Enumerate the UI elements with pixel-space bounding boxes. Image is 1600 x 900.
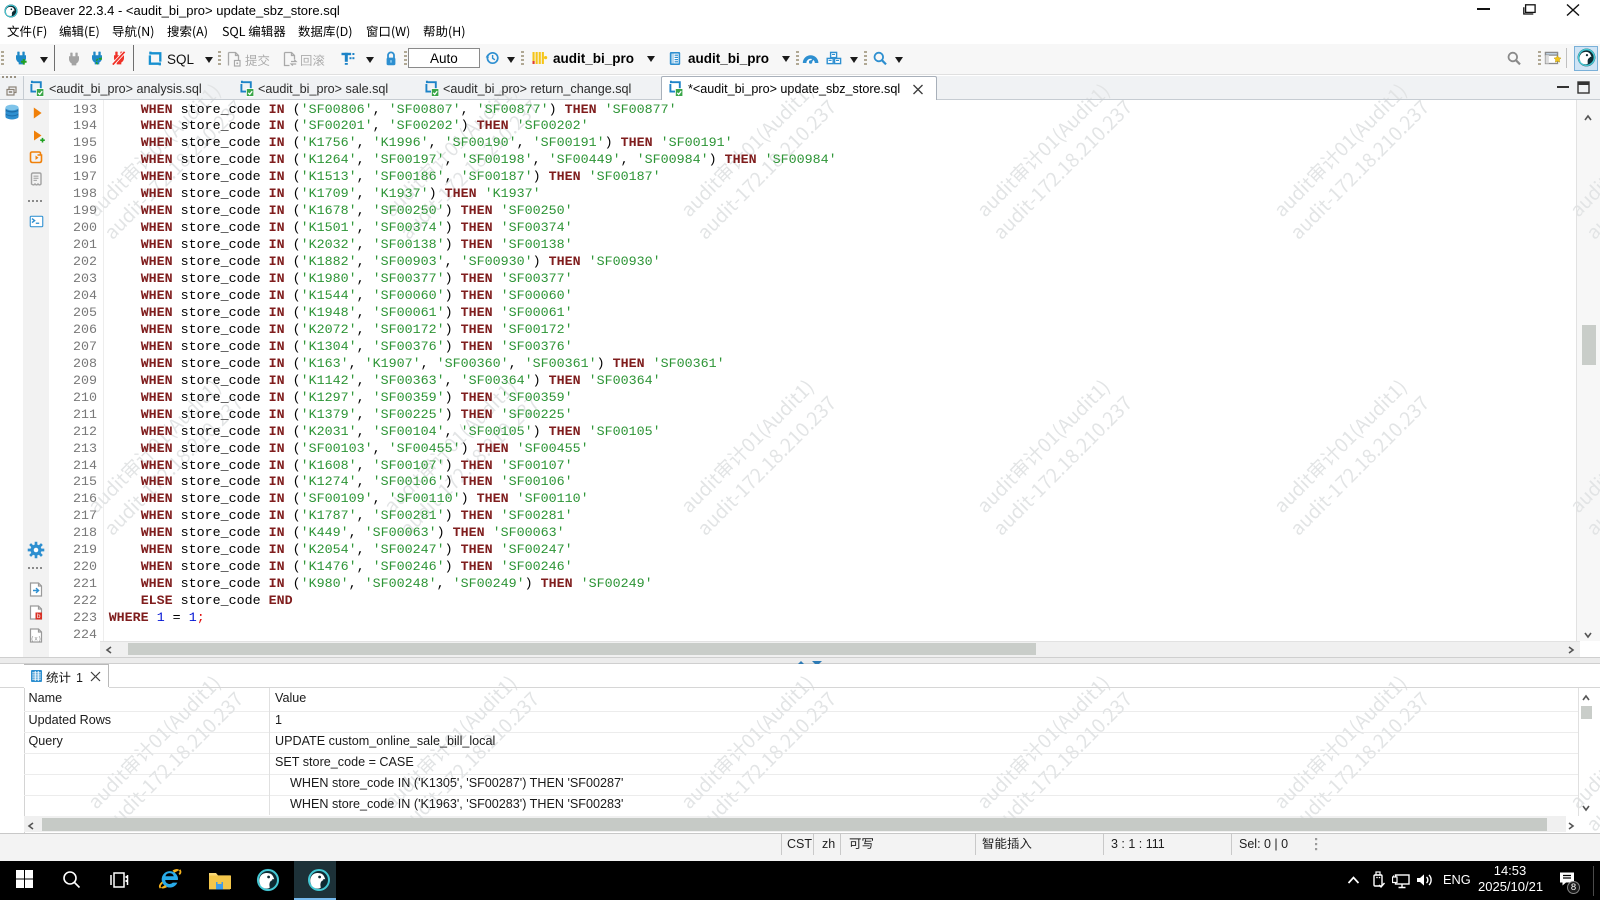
svg-text:b: b xyxy=(37,613,41,620)
svg-text:(x): (x) xyxy=(31,636,42,643)
